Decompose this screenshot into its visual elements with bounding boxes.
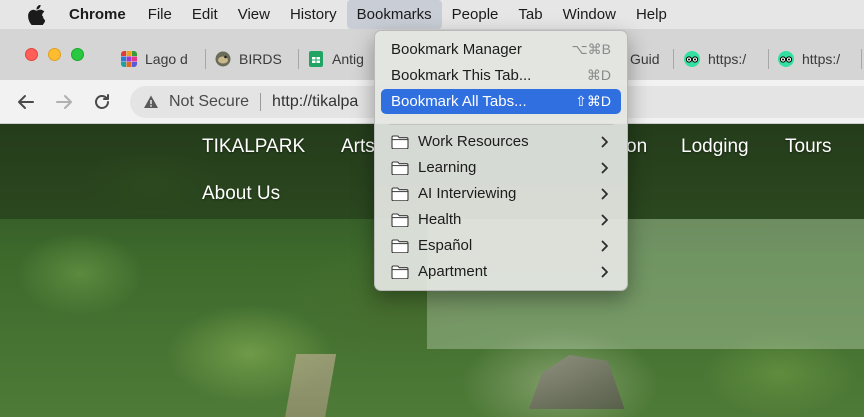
- apple-logo-svg: [27, 4, 45, 25]
- menu-item-bookmark-manager[interactable]: Bookmark Manager ⌥⌘B: [381, 37, 621, 62]
- tab-separator: [768, 49, 769, 69]
- site-logo-link[interactable]: TIKALPARK: [202, 136, 305, 158]
- bookmark-folder-ai-interviewing[interactable]: AI Interviewing: [381, 181, 621, 206]
- site-nav-arts[interactable]: Arts: [341, 136, 375, 158]
- forward-button[interactable]: [52, 90, 76, 114]
- chevron-right-icon: [601, 162, 608, 173]
- bookmark-folder-apartment[interactable]: Apartment: [381, 259, 621, 284]
- bookmarks-dropdown: Bookmark Manager ⌥⌘B Bookmark This Tab..…: [374, 30, 628, 291]
- menu-item-label: Bookmark This Tab...: [391, 67, 532, 84]
- folder-icon: [391, 134, 409, 149]
- tab-title: Lago d: [145, 51, 188, 67]
- folder-label: Work Resources: [418, 133, 529, 150]
- folder-label: Apartment: [418, 263, 488, 280]
- window-minimize-button[interactable]: [48, 48, 61, 61]
- bookmark-folder-work-resources[interactable]: Work Resources: [381, 129, 621, 154]
- tab-lago[interactable]: Lago d: [121, 45, 201, 73]
- menu-app-chrome[interactable]: Chrome: [61, 0, 138, 29]
- site-nav-tours[interactable]: Tours: [785, 136, 831, 158]
- site-nav-about-us[interactable]: About Us: [202, 183, 280, 205]
- omnibox-divider: [260, 93, 262, 111]
- tripadvisor-favicon-icon: [778, 51, 794, 67]
- folder-icon: [391, 264, 409, 279]
- folder-label: AI Interviewing: [418, 185, 517, 202]
- menu-divider: [389, 124, 613, 125]
- back-button[interactable]: [14, 90, 38, 114]
- bird-favicon-icon: [215, 51, 231, 67]
- chevron-right-icon: [601, 214, 608, 225]
- tab-tripadvisor-1[interactable]: https:/: [684, 45, 764, 73]
- menu-people[interactable]: People: [442, 0, 509, 29]
- menu-bookmarks[interactable]: Bookmarks: [346, 0, 442, 29]
- macos-menu-bar: Chrome File Edit View History Bookmarks …: [0, 0, 864, 29]
- security-status-label[interactable]: Not Secure: [169, 93, 249, 111]
- menu-view[interactable]: View: [228, 0, 280, 29]
- window-maximize-button[interactable]: [71, 48, 84, 61]
- bookmark-folder-health[interactable]: Health: [381, 207, 621, 232]
- chevron-right-icon: [601, 240, 608, 251]
- arrow-left-icon: [18, 95, 34, 109]
- url-text[interactable]: http://tikalpa: [272, 93, 358, 111]
- arrow-right-icon: [56, 95, 72, 109]
- folder-label: Health: [418, 211, 462, 228]
- bookmark-folder-learning[interactable]: Learning: [381, 155, 621, 180]
- tab-title: https:/: [708, 51, 747, 67]
- folder-label: Español: [418, 237, 473, 254]
- menu-item-bookmark-all-tabs[interactable]: Bookmark All Tabs... ⇧⌘D: [381, 89, 621, 114]
- tab-separator: [205, 49, 206, 69]
- folder-label: Learning: [418, 159, 477, 176]
- warning-triangle-icon[interactable]: [143, 94, 159, 110]
- chevron-right-icon: [601, 266, 608, 277]
- tab-guide[interactable]: Guid: [630, 45, 670, 73]
- grid-favicon-icon: [121, 51, 137, 67]
- menu-item-bookmark-this-tab[interactable]: Bookmark This Tab... ⌘D: [381, 63, 621, 88]
- menu-edit[interactable]: Edit: [182, 0, 228, 29]
- menu-file[interactable]: File: [138, 0, 182, 29]
- menu-history[interactable]: History: [280, 0, 347, 29]
- tab-title: Guid: [630, 51, 660, 67]
- keyboard-shortcut: ⌥⌘B: [571, 41, 611, 57]
- tab-title: Antig: [332, 51, 364, 67]
- bookmark-folder-espanol[interactable]: Español: [381, 233, 621, 258]
- folder-icon: [391, 212, 409, 227]
- sheets-favicon-icon: [309, 51, 323, 67]
- folder-icon: [391, 238, 409, 253]
- tripadvisor-favicon-icon: [684, 51, 700, 67]
- folder-icon: [391, 160, 409, 175]
- hero-photo-road: [283, 354, 337, 417]
- tab-separator: [298, 49, 299, 69]
- keyboard-shortcut: ⇧⌘D: [575, 93, 611, 109]
- tab-birds[interactable]: BIRDS: [215, 45, 295, 73]
- chevron-right-icon: [601, 188, 608, 199]
- tab-tripadvisor-2[interactable]: https:/: [778, 45, 858, 73]
- menu-item-label: Bookmark All Tabs...: [391, 93, 527, 110]
- tab-separator: [861, 49, 862, 69]
- tab-antigua[interactable]: Antig: [308, 45, 374, 73]
- reload-icon: [95, 94, 109, 109]
- keyboard-shortcut: ⌘D: [586, 67, 611, 83]
- tab-title: https:/: [802, 51, 841, 67]
- chevron-right-icon: [601, 136, 608, 147]
- site-nav-lodging[interactable]: Lodging: [681, 136, 749, 158]
- folder-icon: [391, 186, 409, 201]
- menu-help[interactable]: Help: [626, 0, 677, 29]
- hero-photo-ruins: [528, 355, 625, 409]
- reload-button[interactable]: [90, 90, 114, 114]
- apple-logo-icon[interactable]: [25, 4, 47, 25]
- tab-separator: [673, 49, 674, 69]
- menu-item-label: Bookmark Manager: [391, 41, 522, 58]
- site-nav-partial[interactable]: on: [626, 136, 647, 158]
- menu-window[interactable]: Window: [553, 0, 626, 29]
- window-close-button[interactable]: [25, 48, 38, 61]
- tab-title: BIRDS: [239, 51, 282, 67]
- menu-tab[interactable]: Tab: [508, 0, 552, 29]
